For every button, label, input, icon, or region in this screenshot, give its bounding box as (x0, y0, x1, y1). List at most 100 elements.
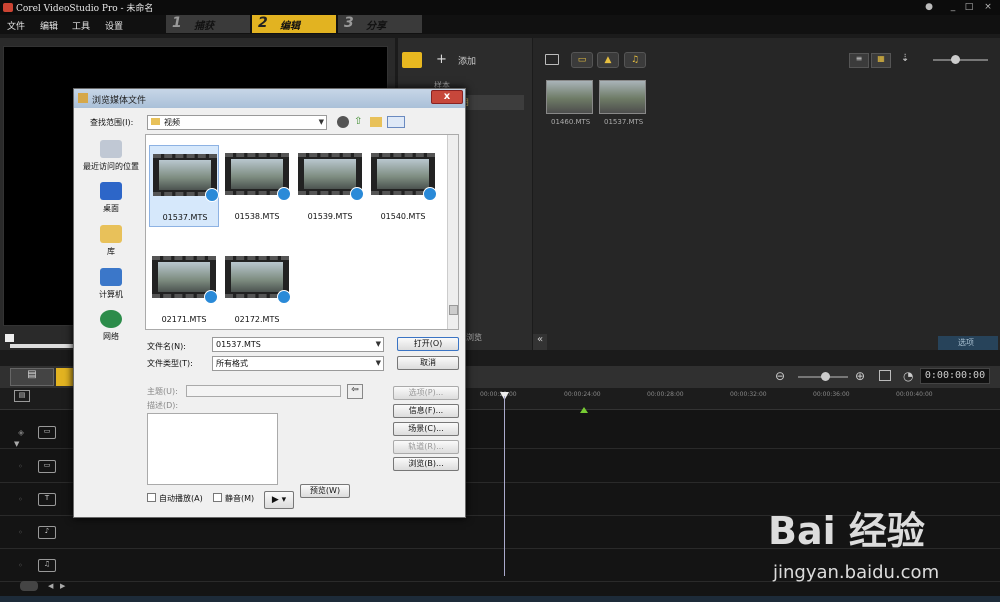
cancel-button[interactable]: 取消 (397, 356, 459, 370)
place-label: 桌面 (103, 204, 119, 213)
expand-tracks-icon[interactable]: ▼ (14, 440, 19, 448)
thumbnail-size-slider[interactable] (933, 55, 988, 64)
media-folder-icon[interactable] (402, 52, 422, 68)
ruler-label: 00:00:36:00 (813, 391, 850, 398)
menu-edit[interactable]: 编辑 (40, 19, 58, 32)
view-menu-icon[interactable] (387, 116, 405, 128)
description-field[interactable] (147, 413, 278, 485)
place-desktop[interactable]: 桌面 (80, 182, 142, 214)
playhead-line (504, 396, 505, 576)
collapse-icon[interactable]: « (533, 334, 547, 350)
sort-icon[interactable]: ⇣ (901, 53, 917, 69)
video-filter-icon[interactable]: ▭ (571, 52, 593, 68)
step-capture[interactable]: 1 捕获 (166, 15, 250, 33)
place-label: 库 (107, 247, 115, 256)
mute-label: 静音(M) (225, 494, 255, 503)
zoom-knob[interactable] (821, 372, 830, 381)
back-icon[interactable] (337, 116, 349, 128)
slider-knob[interactable] (951, 55, 960, 64)
mute-checkbox[interactable] (213, 493, 222, 502)
filename-value: 01537.MTS (216, 340, 261, 349)
scrub-handle[interactable] (5, 334, 14, 342)
track-lock-icon[interactable]: ◦ (18, 495, 23, 504)
track-scroll-icon[interactable] (20, 581, 38, 591)
filetype-select[interactable]: 所有格式 ▼ (212, 356, 384, 371)
scroll-left-icon[interactable]: ◀ (48, 582, 53, 590)
options-button[interactable]: 选项 (938, 336, 998, 350)
app-menu-icon[interactable]: ● (922, 1, 936, 13)
subject-label: 主题(U): (147, 387, 178, 396)
file-item[interactable]: 02172.MTS (222, 248, 292, 330)
step-edit[interactable]: 2 编辑 (252, 15, 336, 33)
close-button[interactable]: × (981, 1, 995, 13)
autoplay-checkbox[interactable] (147, 493, 156, 502)
voice-track-icon: ♪ (38, 526, 56, 539)
ruler-label: 00:00:32:00 (730, 391, 767, 398)
options-dialog-button[interactable]: 选项(P)... (393, 386, 459, 400)
list-view-icon[interactable]: ≡ (849, 53, 869, 68)
track-lock-icon[interactable]: ◦ (18, 561, 23, 570)
info-button[interactable]: 信息(F)... (393, 404, 459, 418)
video-badge-icon (350, 187, 364, 201)
dialog-app-icon (78, 93, 88, 103)
new-folder-icon[interactable] (370, 117, 382, 127)
storyboard-view-icon[interactable]: ▤ (10, 368, 54, 386)
menu-bar (0, 15, 1000, 34)
preview-button[interactable]: 预览(W) (300, 484, 350, 498)
scrollbar-thumb[interactable] (449, 305, 458, 315)
place-computer[interactable]: 计算机 (80, 268, 142, 300)
file-item[interactable]: 01539.MTS (295, 145, 365, 227)
folder-icon[interactable] (545, 54, 559, 65)
menu-tools[interactable]: 工具 (72, 19, 90, 32)
track-lock-icon[interactable]: ◦ (18, 528, 23, 537)
file-item[interactable]: 01537.MTS (149, 145, 219, 227)
place-network[interactable]: 网络 (80, 310, 142, 342)
place-libraries[interactable]: 库 (80, 225, 142, 257)
filetype-value: 所有格式 (216, 359, 248, 368)
dialog-close-button[interactable]: x (431, 90, 463, 104)
timecode-display[interactable]: 0:00:00:00 (920, 368, 990, 384)
place-recent[interactable]: 最近访问的位置 (80, 140, 142, 172)
step-share[interactable]: 3 分享 (338, 15, 422, 33)
media-thumbnail[interactable] (546, 80, 593, 114)
media-thumbnail[interactable] (599, 80, 646, 114)
track-manager-icon[interactable]: ▤ (14, 390, 30, 402)
track-toggle-icon[interactable]: ◈ (18, 428, 24, 437)
file-item[interactable]: 02171.MTS (149, 248, 219, 330)
maximize-button[interactable]: □ (962, 1, 976, 13)
file-name: 01537.MTS (162, 213, 208, 222)
minimize-button[interactable]: _ (946, 1, 960, 13)
track-button[interactable]: 轨道(R)... (393, 440, 459, 454)
up-folder-icon[interactable]: ⇧ (354, 116, 362, 127)
menu-file[interactable]: 文件 (7, 19, 25, 32)
thumbnail-view-icon[interactable]: ▦ (871, 53, 891, 68)
add-icon[interactable]: + (436, 52, 447, 67)
look-in-combo[interactable]: 视频 ▼ (147, 115, 327, 130)
zoom-out-icon[interactable]: ⊖ (775, 369, 785, 383)
track-lock-icon[interactable]: ◦ (18, 462, 23, 471)
scene-button[interactable]: 场景(C)... (393, 422, 459, 436)
chevron-down-icon: ▼ (375, 340, 381, 348)
file-list-scrollbar[interactable] (447, 135, 458, 329)
file-item[interactable]: 01540.MTS (368, 145, 438, 227)
open-button[interactable]: 打开(O) (397, 337, 459, 351)
photo-filter-icon[interactable]: ▲ (597, 52, 619, 68)
add-label[interactable]: 添加 (458, 54, 476, 67)
dialog-title: 浏览媒体文件 (92, 96, 147, 106)
recent-places-icon (100, 140, 122, 158)
filename-input[interactable]: 01537.MTS ▼ (212, 337, 384, 352)
timeline-view-icon[interactable] (56, 368, 74, 386)
video-badge-icon (277, 290, 291, 304)
insert-arrow-icon[interactable]: ⇦ (347, 384, 363, 399)
file-item[interactable]: 01538.MTS (222, 145, 292, 227)
clock-icon[interactable]: ◔ (903, 369, 913, 383)
audio-filter-icon[interactable]: ♫ (624, 52, 646, 68)
scroll-right-icon[interactable]: ▶ (60, 582, 65, 590)
browse-button[interactable]: 浏览(B)... (393, 457, 459, 471)
zoom-in-icon[interactable]: ⊕ (855, 369, 865, 383)
play-icon[interactable]: ▶ ▾ (264, 491, 294, 509)
menu-settings[interactable]: 设置 (105, 19, 123, 32)
subject-field[interactable] (186, 385, 341, 397)
fit-project-icon[interactable] (879, 370, 891, 381)
look-in-value: 视频 (164, 118, 180, 127)
